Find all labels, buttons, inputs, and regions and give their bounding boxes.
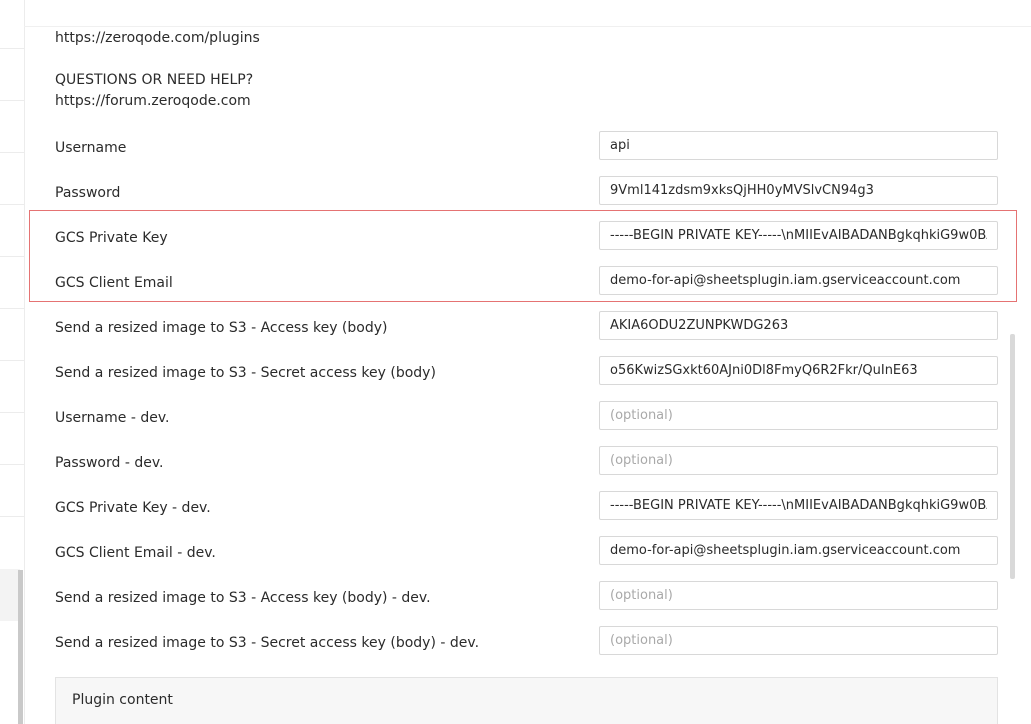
sidebar-divider bbox=[0, 360, 24, 361]
gcs-private-key-dev-label: GCS Private Key - dev. bbox=[55, 500, 211, 516]
s3-access-key-label: Send a resized image to S3 - Access key … bbox=[55, 320, 388, 336]
sidebar-selected-item[interactable] bbox=[0, 569, 20, 621]
s3-access-key-dev-label: Send a resized image to S3 - Access key … bbox=[55, 590, 431, 606]
s3-secret-key-dev-label: Send a resized image to S3 - Secret acce… bbox=[55, 635, 480, 651]
sidebar-divider bbox=[0, 204, 24, 205]
password-dev-input[interactable] bbox=[599, 446, 998, 475]
main-scrollbar[interactable] bbox=[1010, 334, 1015, 579]
s3-access-key-dev-input[interactable] bbox=[599, 581, 998, 610]
gcs-client-email-label: GCS Client Email bbox=[55, 275, 173, 291]
plugin-settings-page: https://zeroqode.com/plugins QUESTIONS O… bbox=[0, 0, 1031, 724]
password-dev-label: Password - dev. bbox=[55, 455, 164, 471]
gcs-client-email-dev-input[interactable] bbox=[599, 536, 998, 565]
gcs-client-email-dev-label: GCS Client Email - dev. bbox=[55, 545, 216, 561]
sidebar-divider bbox=[0, 152, 24, 153]
sidebar-divider bbox=[0, 516, 24, 517]
username-dev-label: Username - dev. bbox=[55, 410, 170, 426]
username-input[interactable] bbox=[599, 131, 998, 160]
sidebar-divider bbox=[0, 256, 24, 257]
sidebar-divider bbox=[0, 48, 24, 49]
sidebar-divider bbox=[0, 100, 24, 101]
gcs-private-key-label: GCS Private Key bbox=[55, 230, 168, 246]
username-dev-input[interactable] bbox=[599, 401, 998, 430]
plugin-content-panel: Plugin content bbox=[55, 677, 998, 724]
password-label: Password bbox=[55, 185, 121, 201]
sidebar-scrollbar[interactable] bbox=[18, 570, 23, 724]
s3-secret-key-input[interactable] bbox=[599, 356, 998, 385]
s3-secret-key-label: Send a resized image to S3 - Secret acce… bbox=[55, 365, 436, 381]
plugin-content-title: Plugin content bbox=[72, 692, 173, 708]
sidebar-divider bbox=[0, 308, 24, 309]
top-divider bbox=[24, 26, 1031, 27]
password-input[interactable] bbox=[599, 176, 998, 205]
left-sidebar-strip bbox=[0, 0, 25, 724]
s3-access-key-input[interactable] bbox=[599, 311, 998, 340]
s3-secret-key-dev-input[interactable] bbox=[599, 626, 998, 655]
gcs-private-key-input[interactable] bbox=[599, 221, 998, 250]
gcs-client-email-input[interactable] bbox=[599, 266, 998, 295]
plugins-url-text: https://zeroqode.com/plugins bbox=[55, 30, 260, 46]
sidebar-divider bbox=[0, 464, 24, 465]
gcs-private-key-dev-input[interactable] bbox=[599, 491, 998, 520]
sidebar-divider bbox=[0, 412, 24, 413]
help-heading: QUESTIONS OR NEED HELP? bbox=[55, 72, 254, 88]
username-label: Username bbox=[55, 140, 127, 156]
forum-url-text: https://forum.zeroqode.com bbox=[55, 93, 251, 109]
